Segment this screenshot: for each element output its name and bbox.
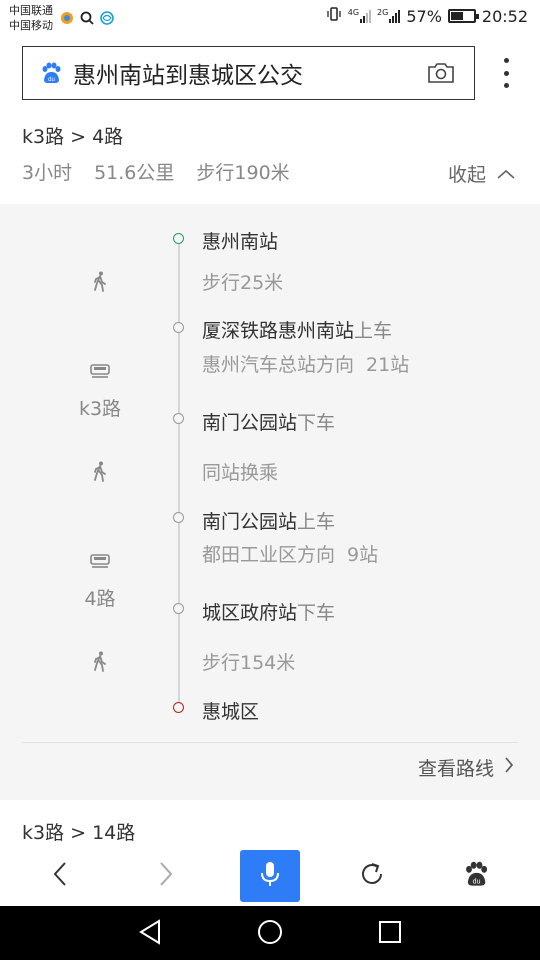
more-vertical-icon[interactable]	[496, 58, 516, 88]
svg-text:du: du	[473, 878, 481, 885]
camera-icon[interactable]	[426, 61, 456, 85]
walk-icon	[88, 270, 112, 294]
vibrate-icon	[326, 6, 342, 26]
board2-action: 上车	[297, 511, 336, 533]
divider	[22, 742, 518, 743]
baidu-home-button[interactable]: du	[446, 850, 506, 902]
browser-toolbar: du	[0, 846, 540, 906]
bus-icon	[88, 358, 112, 382]
start-stop: 惠州南站	[202, 231, 279, 253]
bus-icon	[88, 548, 112, 572]
board1-station: 厦深铁路惠州南站	[202, 320, 355, 342]
carrier-info: 中国联通 中国移动	[9, 3, 53, 33]
view-route-label: 查看路线	[417, 758, 494, 780]
board1-action: 上车	[354, 320, 393, 342]
china-mobile-icon	[100, 10, 114, 29]
route-duration: 3小时	[22, 162, 73, 184]
route-detail-panel: 惠州南站 步行25米 厦深铁路惠州南站上车 惠州汽车总站方向 21站 k3路 南门…	[0, 204, 540, 800]
refresh-icon	[358, 860, 386, 892]
signal-2g-icon: 2G	[377, 8, 401, 23]
forward-button[interactable]	[136, 850, 196, 902]
board2-stop-count: 9站	[347, 544, 379, 566]
walk-icon	[88, 650, 112, 674]
timeline-dot	[173, 413, 184, 424]
board2-station: 南门公园站	[202, 511, 298, 533]
timeline-dot	[173, 603, 184, 614]
carrier-2: 中国移动	[9, 19, 53, 32]
walk-step-1: 步行25米	[202, 272, 284, 294]
chevron-right-icon	[504, 756, 514, 779]
status-icons-left	[60, 10, 114, 29]
svg-text:du: du	[48, 77, 55, 83]
line-label-2: 4路	[84, 588, 116, 610]
end-stop: 惠城区	[202, 701, 260, 723]
chevron-left-icon	[52, 861, 68, 891]
baidu-paw-icon: du	[462, 860, 490, 892]
direction-2: 都田工业区方向 9站	[202, 540, 378, 567]
timeline-line	[178, 244, 180, 710]
nav-home-button[interactable]	[255, 919, 285, 949]
transfer-step: 同站换乘	[202, 462, 279, 484]
board1-direction: 惠州汽车总站方向	[202, 354, 355, 376]
alight2-action: 下车	[297, 602, 336, 624]
line-label-1: k3路	[78, 398, 122, 420]
battery-icon	[447, 9, 479, 23]
route-walk-distance: 步行190米	[196, 162, 290, 184]
route-meta: 3小时 51.6公里 步行190米	[22, 158, 290, 185]
nav-back-button[interactable]	[135, 919, 165, 949]
clock: 20:52	[481, 6, 528, 26]
direction-1: 惠州汽车总站方向 21站	[202, 350, 409, 377]
collapse-label: 收起	[447, 164, 486, 186]
search-notification-icon	[80, 10, 94, 29]
walk-icon	[88, 460, 112, 484]
circle-home-icon	[257, 919, 283, 949]
refresh-button[interactable]	[342, 850, 402, 902]
walk-step-2: 步行154米	[202, 652, 296, 674]
baidu-paw-icon: du	[39, 61, 63, 85]
collapse-button[interactable]: 收起	[448, 160, 516, 187]
system-navigation-bar	[0, 906, 540, 960]
alighting-stop-1: 南门公园站下车	[202, 408, 335, 435]
battery-percent: 57%	[406, 6, 442, 26]
alight1-action: 下车	[297, 412, 336, 434]
timeline-dot	[173, 322, 184, 333]
view-route-button[interactable]: 查看路线	[418, 754, 514, 781]
status-bar: 中国联通 中国移动 4G 2G 57% 20:52	[0, 0, 540, 36]
network-type-2: 2G	[377, 8, 389, 17]
board1-stop-count: 21站	[366, 354, 410, 376]
triangle-back-icon	[138, 919, 162, 949]
timeline-start-dot	[173, 233, 184, 244]
search-bar[interactable]: du 惠州南站到惠城区公交	[22, 46, 475, 100]
chevron-up-icon	[496, 163, 516, 185]
square-recents-icon	[378, 920, 402, 948]
chevron-right-icon	[158, 861, 174, 891]
timeline-end-dot	[173, 702, 184, 713]
nav-recents-button[interactable]	[375, 919, 405, 949]
alighting-stop-2: 城区政府站下车	[202, 598, 335, 625]
app-notification-icon	[60, 10, 74, 29]
alight1-station: 南门公园站	[202, 412, 298, 434]
timeline-dot	[173, 512, 184, 523]
boarding-stop-1: 厦深铁路惠州南站上车	[202, 316, 392, 343]
search-query-text[interactable]: 惠州南站到惠城区公交	[73, 56, 426, 90]
carrier-1: 中国联通	[9, 4, 53, 17]
board2-direction: 都田工业区方向	[202, 544, 336, 566]
boarding-stop-2: 南门公园站上车	[202, 507, 335, 534]
next-route-title[interactable]: k3路 > 14路	[22, 818, 135, 845]
route-title[interactable]: k3路 > 4路	[22, 122, 123, 149]
voice-search-button[interactable]	[240, 850, 300, 902]
alight2-station: 城区政府站	[202, 602, 298, 624]
status-icons-right: 4G 2G 57% 20:52	[326, 6, 528, 26]
network-type-1: 4G	[347, 8, 360, 17]
back-button[interactable]	[30, 850, 90, 902]
signal-4g-icon: 4G	[347, 8, 372, 23]
microphone-icon	[259, 860, 281, 892]
route-distance: 51.6公里	[94, 162, 175, 184]
